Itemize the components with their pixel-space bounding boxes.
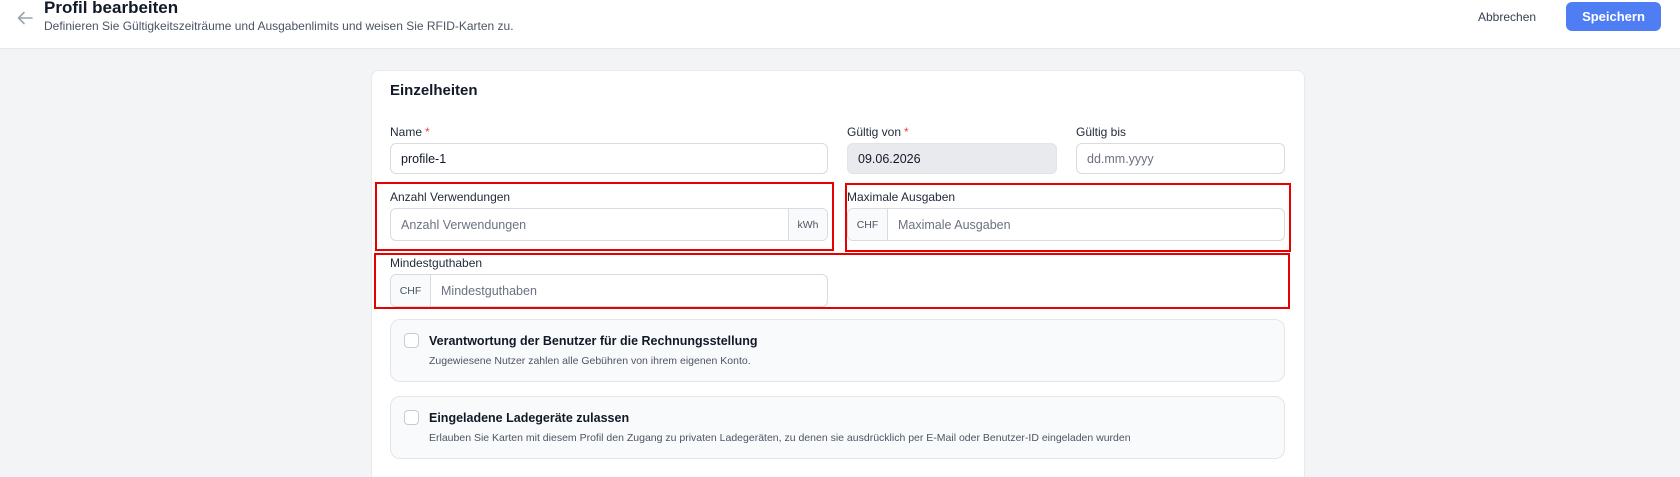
- valid-to-label: Gültig bis: [1076, 125, 1127, 139]
- currency-addon: CHF: [848, 209, 888, 240]
- valid-to-field[interactable]: [1076, 143, 1285, 174]
- usage-count-input-group: kWh: [390, 208, 828, 241]
- valid-from-field[interactable]: [847, 143, 1057, 174]
- max-spend-input[interactable]: [888, 209, 1284, 240]
- valid-from-label: Gültig von *: [847, 125, 909, 139]
- usage-count-input[interactable]: [391, 209, 788, 240]
- unit-addon: kWh: [788, 209, 827, 240]
- page-subtitle: Definieren Sie Gültigkeitszeiträume und …: [44, 19, 514, 33]
- arrow-left-icon: [17, 11, 33, 25]
- save-button[interactable]: Speichern: [1566, 2, 1661, 31]
- max-spend-label: Maximale Ausgaben: [847, 190, 956, 204]
- min-balance-input[interactable]: [431, 275, 827, 306]
- min-balance-input-group: CHF: [390, 274, 828, 307]
- billing-responsibility-checkbox[interactable]: [404, 333, 419, 348]
- option-title: Eingeladene Ladegeräte zulassen: [429, 411, 630, 425]
- invited-chargers-option: Eingeladene Ladegeräte zulassen Erlauben…: [390, 396, 1285, 459]
- billing-responsibility-option: Verantwortung der Benutzer für die Rechn…: [390, 319, 1285, 382]
- invited-chargers-checkbox[interactable]: [404, 410, 419, 425]
- max-spend-input-group: CHF: [847, 208, 1285, 241]
- page-title: Profil bearbeiten: [44, 0, 179, 17]
- option-description: Erlauben Sie Karten mit diesem Profil de…: [429, 432, 1131, 444]
- usage-count-label: Anzahl Verwendungen: [390, 190, 511, 204]
- name-label-text: Name: [390, 125, 423, 139]
- currency-addon: CHF: [391, 275, 431, 306]
- back-button[interactable]: [14, 7, 36, 29]
- cancel-button[interactable]: Abbrechen: [1478, 7, 1536, 27]
- min-balance-label: Mindestguthaben: [390, 256, 483, 270]
- top-bar: Profil bearbeiten Definieren Sie Gültigk…: [0, 0, 1680, 49]
- name-label: Name *: [390, 125, 430, 139]
- option-title: Verantwortung der Benutzer für die Rechn…: [429, 334, 758, 348]
- required-mark: *: [904, 125, 909, 139]
- section-title: Einzelheiten: [390, 82, 478, 99]
- required-mark: *: [425, 125, 430, 139]
- valid-from-label-text: Gültig von: [847, 125, 902, 139]
- name-field[interactable]: [390, 143, 828, 174]
- option-description: Zugewiesene Nutzer zahlen alle Gebühren …: [429, 355, 751, 367]
